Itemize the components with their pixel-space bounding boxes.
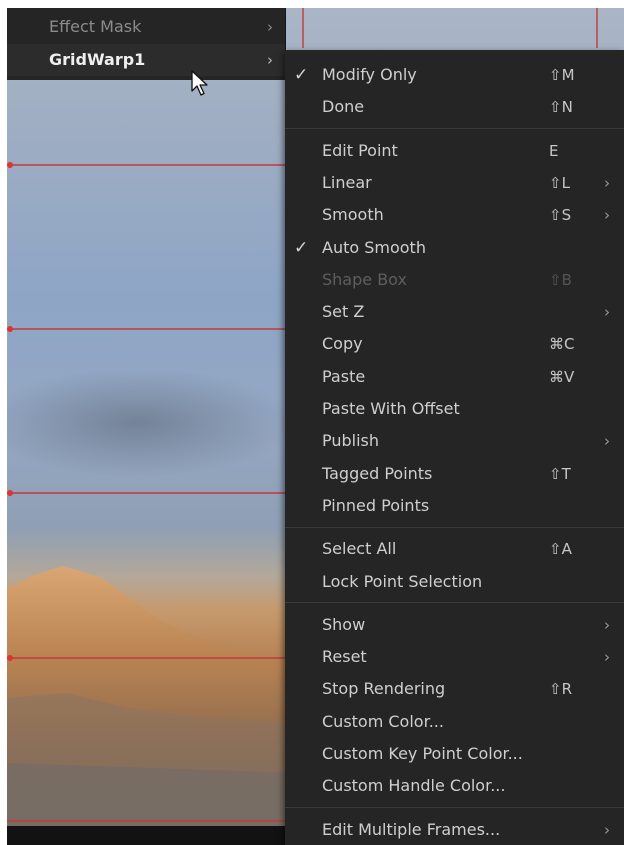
- menu-separator: [285, 128, 624, 130]
- shortcut-label: ⇧M: [549, 66, 575, 84]
- gridwarp-context-menu: ✓ Modify Only ⇧M Done ⇧N Edit Point E Linear ⇧L ›…: [285, 50, 624, 845]
- menu-item-label: Modify Only: [322, 65, 417, 84]
- menu-item-label: Edit Multiple Frames...: [322, 819, 501, 839]
- submenu-arrow-icon: ›: [267, 51, 273, 69]
- menu-item-label: Select All: [322, 539, 397, 559]
- menu-item-effect-mask[interactable]: Effect Mask ›: [7, 11, 285, 43]
- submenu-arrow-icon: ›: [604, 173, 610, 192]
- menu-separator: [285, 602, 624, 604]
- shortcut-label: ⌘C: [549, 335, 575, 354]
- menu-item-modify-only[interactable]: ✓ Modify Only ⇧M: [285, 59, 624, 91]
- parent-context-menu: Effect Mask › GridWarp1 ›: [7, 8, 286, 80]
- mouse-pointer-icon: [191, 70, 208, 96]
- menu-item-label: Linear: [322, 172, 372, 192]
- menu-item-label: Copy: [322, 334, 363, 354]
- menu-item-reset[interactable]: Reset ›: [285, 641, 624, 673]
- menu-item-label: GridWarp1: [49, 50, 146, 69]
- menu-separator: [285, 807, 624, 809]
- menu-item-label: Shape Box: [322, 269, 407, 289]
- menu-item-label: Lock Point Selection: [322, 571, 483, 591]
- menu-item-linear[interactable]: Linear ⇧L ›: [285, 167, 624, 199]
- menu-item-tagged-points[interactable]: Tagged Points ⇧T: [285, 458, 624, 490]
- shortcut-label: ⌘V: [549, 367, 575, 386]
- menu-item-label: Publish: [322, 431, 380, 451]
- menu-item-custom-color[interactable]: Custom Color...: [285, 706, 624, 738]
- shortcut-label: ⇧L: [549, 173, 570, 192]
- menu-item-label: Done: [322, 97, 365, 117]
- menu-item-custom-handle-color[interactable]: Custom Handle Color...: [285, 770, 624, 802]
- menu-item-label: Smooth: [322, 205, 384, 225]
- menu-item-label: Custom Color...: [322, 711, 444, 731]
- menu-item-custom-key-point-color[interactable]: Custom Key Point Color...: [285, 738, 624, 770]
- shortcut-label: ⇧N: [549, 98, 573, 117]
- menu-item-label: Custom Handle Color...: [322, 776, 506, 796]
- menu-item-edit-multiple-frames[interactable]: Edit Multiple Frames... ›: [285, 814, 624, 845]
- menu-separator: [285, 526, 624, 528]
- submenu-arrow-icon: ›: [267, 18, 273, 36]
- menu-item-done[interactable]: Done ⇧N: [285, 91, 624, 123]
- menu-item-label: Auto Smooth: [322, 237, 426, 257]
- menu-item-label: Effect Mask: [49, 17, 142, 36]
- checkmark-icon: ✓: [294, 65, 309, 85]
- shortcut-label: ⇧R: [549, 680, 572, 699]
- shortcut-label: E: [549, 141, 559, 160]
- menu-item-show[interactable]: Show ›: [285, 609, 624, 641]
- menu-item-auto-smooth[interactable]: ✓ Auto Smooth: [285, 232, 624, 264]
- shortcut-label: ⇧T: [549, 464, 571, 483]
- menu-item-shape-box: Shape Box ⇧B: [285, 264, 624, 296]
- menu-item-label: Edit Point: [322, 140, 398, 160]
- menu-item-set-z[interactable]: Set Z ›: [285, 296, 624, 328]
- submenu-arrow-icon: ›: [604, 648, 610, 667]
- shortcut-label: ⇧B: [549, 270, 572, 289]
- submenu-arrow-icon: ›: [604, 303, 610, 322]
- checkmark-icon: ✓: [294, 237, 309, 258]
- menu-item-label: Show: [322, 614, 366, 634]
- menu-item-label: Custom Key Point Color...: [322, 744, 523, 763]
- menu-item-pinned-points[interactable]: Pinned Points: [285, 490, 624, 522]
- menu-item-label: Paste: [322, 366, 366, 386]
- menu-item-select-all[interactable]: Select All ⇧A: [285, 533, 624, 565]
- menu-item-stop-rendering[interactable]: Stop Rendering ⇧R: [285, 673, 624, 705]
- menu-item-lock-point-selection[interactable]: Lock Point Selection: [285, 566, 624, 598]
- viewer-bottom-bar: [7, 826, 297, 845]
- menu-item-publish[interactable]: Publish ›: [285, 425, 624, 457]
- menu-item-label: Reset: [322, 647, 367, 667]
- menu-item-label: Set Z: [322, 302, 365, 322]
- menu-item-label: Stop Rendering: [322, 679, 446, 699]
- submenu-arrow-icon: ›: [604, 206, 610, 225]
- menu-item-gridwarp1[interactable]: GridWarp1 ›: [7, 44, 285, 76]
- submenu-arrow-icon: ›: [604, 432, 610, 451]
- shortcut-label: ⇧S: [549, 206, 572, 225]
- menu-item-label: Paste With Offset: [322, 399, 460, 418]
- menu-item-label: Pinned Points: [322, 495, 430, 515]
- menu-item-copy[interactable]: Copy ⌘C: [285, 328, 624, 360]
- submenu-arrow-icon: ›: [604, 820, 610, 839]
- menu-item-paste[interactable]: Paste ⌘V: [285, 361, 624, 393]
- menu-item-label: Tagged Points: [322, 463, 433, 483]
- submenu-arrow-icon: ›: [604, 615, 610, 634]
- app-frame: Effect Mask › GridWarp1 › ✓ Modify Only ⇧M…: [7, 8, 624, 845]
- menu-item-paste-with-offset[interactable]: Paste With Offset: [285, 393, 624, 425]
- menu-item-edit-point[interactable]: Edit Point E: [285, 135, 624, 167]
- menu-item-smooth[interactable]: Smooth ⇧S ›: [285, 199, 624, 231]
- shortcut-label: ⇧A: [549, 540, 572, 559]
